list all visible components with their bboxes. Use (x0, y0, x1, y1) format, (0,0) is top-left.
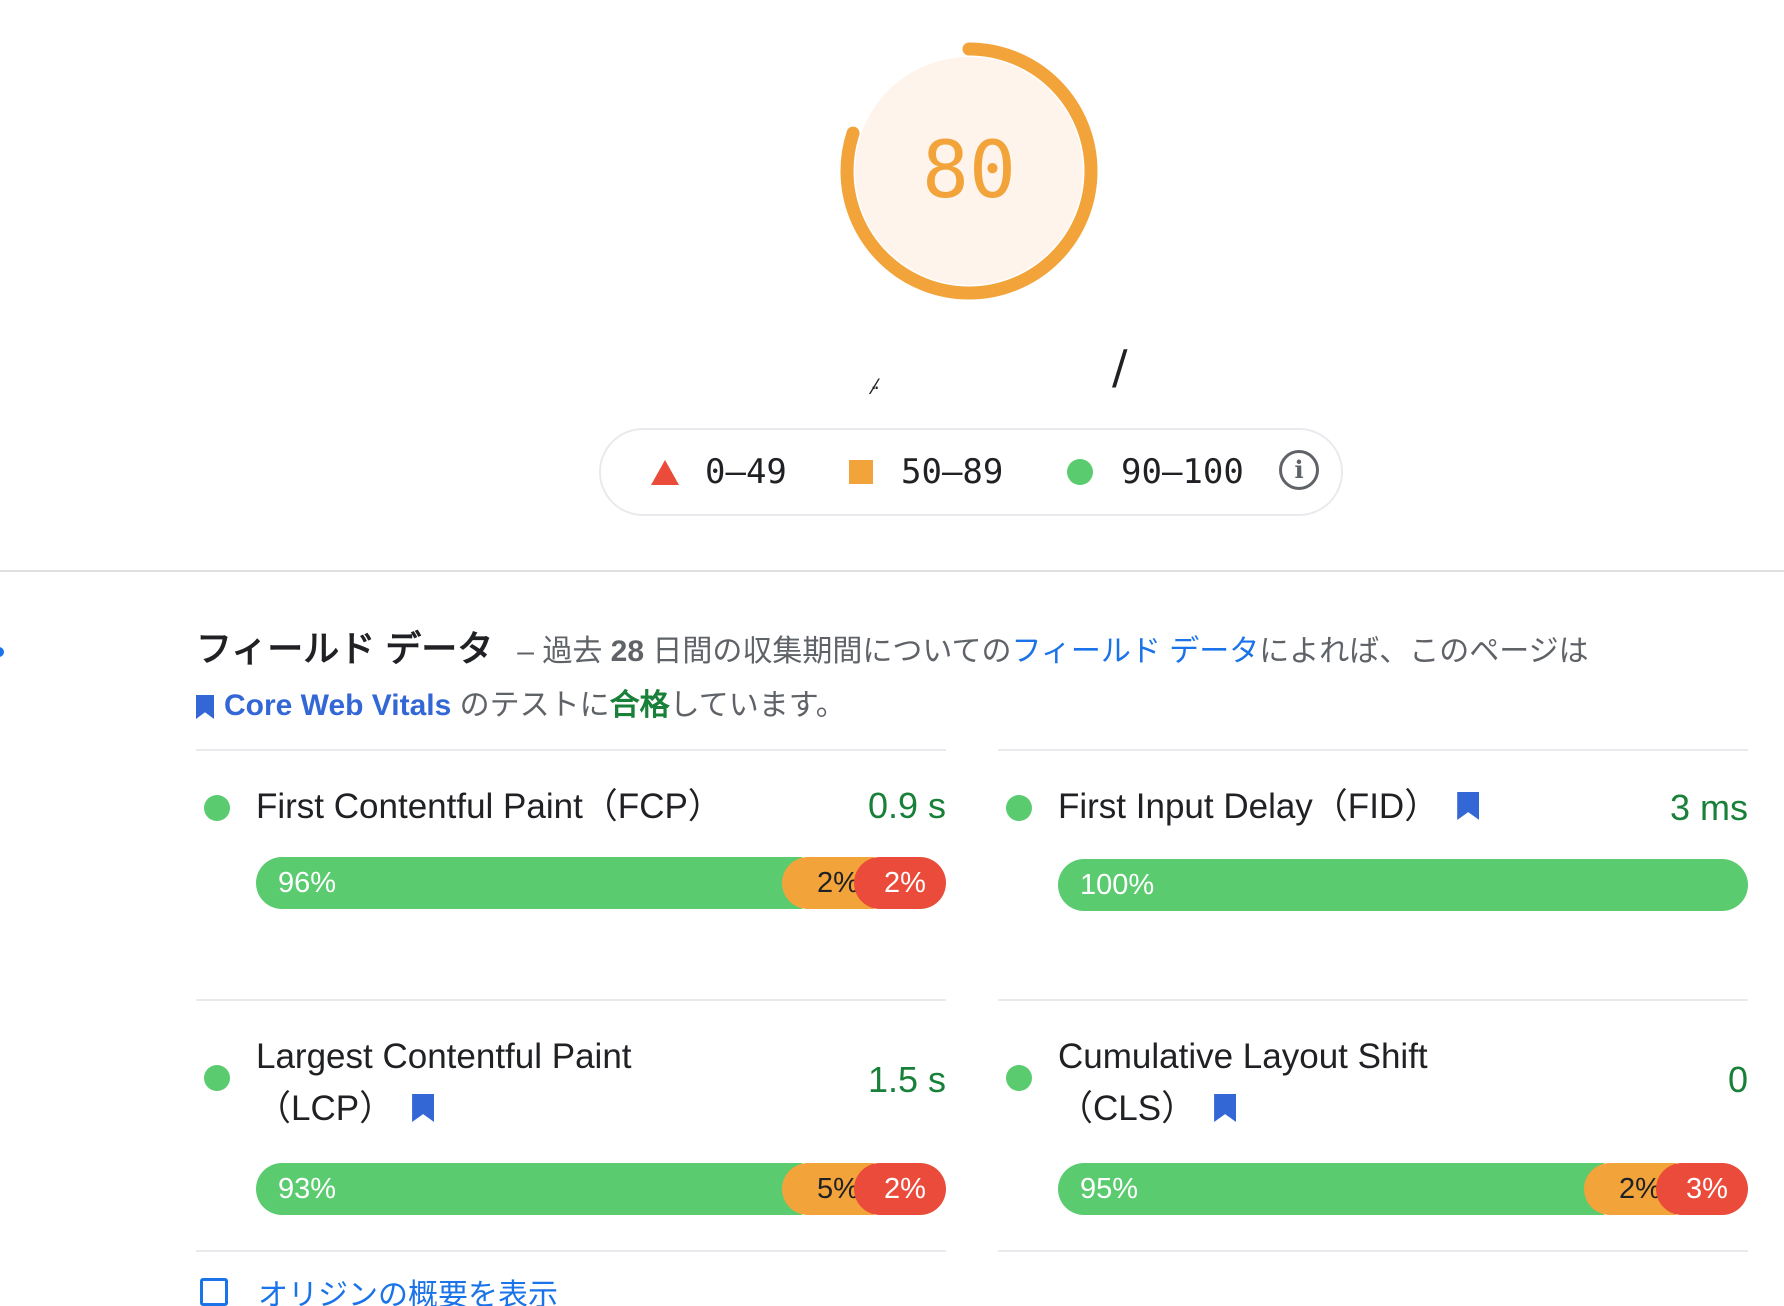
field-data-desc-3: によれば、このページは (1259, 635, 1589, 668)
edge-indicator (0, 647, 4, 657)
metric-name-line2: （CLS） (1058, 1089, 1197, 1128)
pass-status: 合格 (609, 689, 670, 722)
distribution-bar: 96% 2% 2% (256, 857, 946, 909)
distribution-poor: 2% (854, 857, 946, 909)
metric-name-line2: （LCP） (256, 1089, 395, 1128)
metric-value: 3 ms (1669, 787, 1748, 828)
url-slash-text: / (1112, 340, 1128, 394)
legend-item-poor: 0–49 (651, 430, 787, 514)
good-status-icon (204, 795, 230, 821)
distribution-poor: 2% (854, 1163, 946, 1215)
distribution-good: 96% (256, 857, 802, 909)
circle-icon (1067, 459, 1093, 485)
checkbox[interactable] (200, 1278, 228, 1306)
legend-item-good: 90–100 (1067, 430, 1244, 514)
square-icon (849, 460, 873, 484)
legend-range-good: 90–100 (1121, 452, 1244, 492)
legend-range-poor: 0–49 (705, 452, 787, 492)
field-data-desc-1: 過去 (533, 635, 611, 668)
metric-value: 1.5 s (867, 1059, 946, 1100)
distribution-good: 100% (1058, 859, 1748, 911)
distribution-good: 95% (1058, 1163, 1604, 1215)
card-bottom-rule (998, 1250, 1748, 1252)
show-origin-summary-label: オリジンの概要を表示 (258, 1279, 558, 1306)
metric-card-fid: First Input Delay（FID） 3 ms 100% (998, 749, 1748, 1001)
field-data-header: フィールド データ – 過去 28 日間の収集期間についてのフィールド データによ… (196, 622, 1636, 733)
bookmark-icon[interactable] (412, 1094, 435, 1122)
good-status-icon (1006, 1065, 1032, 1091)
metric-name: First Contentful Paint（FCP） (256, 787, 723, 826)
metric-name: Largest Contentful Paint （LCP） (256, 1031, 632, 1135)
distribution-good: 93% (256, 1163, 802, 1215)
metric-card-lcp: Largest Contentful Paint （LCP） 1.5 s 93%… (196, 999, 946, 1251)
metric-value: 0 (1727, 1059, 1748, 1100)
field-data-days: 28 (610, 635, 645, 668)
score-legend: 0–49 50–89 90–100 i (599, 428, 1343, 516)
url-partial-text: ·⁄· (870, 374, 881, 399)
field-data-link[interactable]: フィールド データ (1011, 635, 1259, 668)
section-divider (0, 570, 1784, 572)
metric-name: First Input Delay（FID） (1058, 781, 1489, 833)
metric-card-fcp: First Contentful Paint（FCP） 0.9 s 96% 2%… (196, 749, 946, 1001)
metric-name-text: First Input Delay（FID） (1058, 787, 1440, 826)
bookmark-icon[interactable] (1457, 792, 1480, 820)
info-icon[interactable]: i (1279, 450, 1319, 490)
field-data-desc-4: のテストに (451, 689, 610, 722)
metric-name-line1: Largest Contentful Paint (256, 1037, 632, 1076)
field-data-title: フィールド データ (196, 628, 494, 669)
legend-range-average: 50–89 (901, 452, 1004, 492)
card-bottom-rule (196, 1250, 946, 1252)
distribution-bar: 100% (1058, 859, 1748, 911)
page-url: ·⁄· / (860, 340, 1200, 400)
field-data-desc-2: 日間の収集期間についての (644, 635, 1012, 668)
distribution-bar: 93% 5% 2% (256, 1163, 946, 1215)
bookmark-icon (196, 695, 214, 719)
good-status-icon (1006, 795, 1032, 821)
show-origin-summary-toggle[interactable]: オリジンの概要を表示 (200, 1270, 558, 1306)
field-data-desc-5: しています。 (669, 689, 846, 722)
legend-item-average: 50–89 (849, 430, 1003, 514)
distribution-bar: 95% 2% 3% (1058, 1163, 1748, 1215)
triangle-icon (651, 459, 679, 485)
metric-name: Cumulative Layout Shift （CLS） (1058, 1031, 1428, 1135)
metric-card-cls: Cumulative Layout Shift （CLS） 0 95% 2% 3… (998, 999, 1748, 1251)
performance-score-gauge: 80 (840, 42, 1098, 300)
distribution-poor: 3% (1656, 1163, 1748, 1215)
metric-name-line1: Cumulative Layout Shift (1058, 1037, 1428, 1076)
bookmark-icon[interactable] (1214, 1094, 1237, 1122)
metric-value: 0.9 s (867, 785, 946, 826)
good-status-icon (204, 1065, 230, 1091)
performance-score: 80 (922, 126, 1016, 216)
field-data-dash: – (517, 635, 534, 668)
core-web-vitals-link[interactable]: Core Web Vitals (224, 689, 451, 722)
